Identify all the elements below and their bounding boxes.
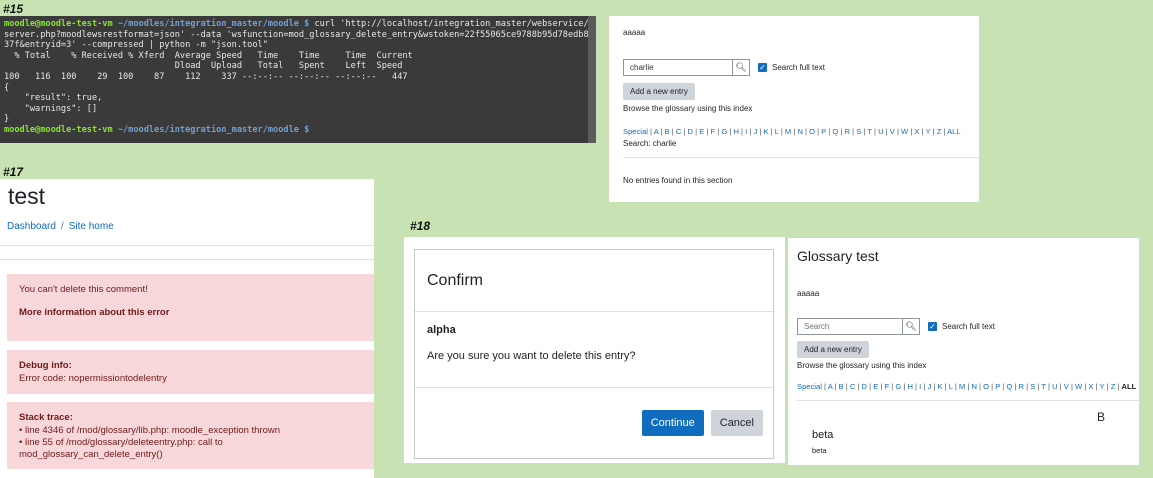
terminal-window[interactable]: moodle@moodle-test-vm ~/moodles/integrat… — [0, 16, 596, 143]
label-18: #18 — [410, 219, 431, 233]
line-text: % Total % Received % Xferd Average Speed… — [4, 50, 413, 61]
index-letter-special[interactable]: Special — [623, 127, 648, 136]
breadcrumb-separator: / — [60, 221, 64, 232]
terminal-line: 100 116 100 29 100 87 112 337 --:--:-- -… — [4, 72, 592, 83]
index-letter-all[interactable]: ALL — [947, 127, 961, 136]
search-input[interactable]: charlie — [623, 59, 733, 76]
empty-message: No entries found in this section — [623, 176, 733, 185]
divider — [623, 157, 979, 158]
line-text: "result": true, — [4, 93, 103, 104]
error-message: You can't delete this comment! — [19, 284, 148, 295]
terminal-line: moodle@moodle-test-vm ~/moodles/integrat… — [4, 19, 596, 30]
search-input[interactable]: Search — [797, 318, 903, 335]
entry-title: beta — [812, 429, 834, 441]
cancel-button[interactable]: Cancel — [710, 410, 763, 436]
search-bar: Search 🔍︎ ✓ Search full text — [797, 318, 995, 335]
confirm-question: Are you sure you want to delete this ent… — [427, 350, 636, 362]
terminal-line: % Total % Received % Xferd Average Speed… — [4, 51, 592, 62]
debug-text: Error code: nopermissiontodelentry — [19, 373, 167, 384]
line-text: "warnings": [] — [4, 103, 98, 114]
fulltext-label: Search full text — [772, 63, 825, 72]
alphabet-index: Special | A | B | C | D | E | F | G | H … — [623, 127, 961, 136]
debug-title: Debug info: — [19, 360, 72, 371]
prompt-user: moodle@moodle-test-vm — [4, 19, 113, 29]
add-entry-button[interactable]: Add a new entry — [797, 341, 869, 358]
terminal-line: "warnings": [] — [4, 104, 592, 115]
alphabet-index: Special | A | B | C | D | E | F | G | H … — [797, 382, 1136, 391]
glossary-panel: Glossary test aaaaa Search 🔍︎ ✓ Search f… — [788, 238, 1139, 465]
terminal-line: Dload Upload Total Spent Left Speed — [4, 61, 592, 72]
terminal-line: 37f&entryid=3' --compressed | python -m … — [4, 40, 592, 51]
fulltext-checkbox[interactable]: ✓ — [758, 63, 767, 72]
divider — [0, 259, 374, 260]
line-text: { — [4, 82, 10, 93]
fulltext-checkbox[interactable]: ✓ — [928, 322, 937, 331]
error-page: test Dashboard / Site home You can't delet… — [0, 179, 374, 478]
line-text: server.php?moodlewsrestformat=json' --da… — [4, 29, 596, 40]
prompt-path: ~/moodles/integration_master/moodle $ — [112, 124, 310, 135]
confirm-panel: Confirm alpha Are you sure you want to d… — [404, 237, 785, 463]
prompt-path: ~/moodles/integration_master/moodle $ — [112, 19, 310, 29]
page-title: test — [8, 183, 46, 209]
line-text: curl 'http://localhost/integration_maste… — [309, 19, 596, 29]
search-bar: charlie 🔍︎ ✓ Search full text — [623, 59, 825, 76]
add-entry-button[interactable]: Add a new entry — [623, 83, 695, 100]
terminal-line: } — [4, 114, 592, 125]
error-message-box: You can't delete this comment! More info… — [7, 274, 374, 341]
stack-list: • line 4346 of /mod/glossary/lib.php: mo… — [19, 425, 362, 461]
index-letter-special[interactable]: Special — [797, 382, 822, 391]
breadcrumb-site-home[interactable]: Site home — [69, 221, 114, 232]
line-text: 100 116 100 29 100 87 112 337 --:--:-- -… — [4, 71, 408, 82]
search-icon[interactable]: 🔍︎ — [903, 318, 920, 335]
glossary-intro: aaaaa — [797, 289, 820, 298]
terminal-output: moodle@moodle-test-vm ~/moodles/integrat… — [4, 19, 596, 136]
entry-name: alpha — [427, 324, 456, 336]
more-info-link[interactable]: More information about this error — [19, 307, 362, 318]
terminal-line: moodle@moodle-test-vm ~/moodles/integrat… — [4, 125, 592, 136]
line-text: } — [4, 114, 10, 125]
line-text: 37f&entryid=3' --compressed | python -m … — [4, 40, 268, 51]
terminal-line: { — [4, 83, 592, 94]
divider — [797, 400, 1139, 401]
browse-label: Browse the glossary using this index — [797, 361, 927, 370]
stack-line: • line 55 of /mod/glossary/deleteentry.p… — [19, 437, 223, 460]
breadcrumb: Dashboard / Site home — [7, 221, 114, 232]
terminal-scrollbar[interactable] — [588, 16, 596, 143]
label-15: #15 — [3, 2, 24, 16]
label-17: #17 — [3, 165, 24, 179]
fulltext-label: Search full text — [942, 322, 995, 331]
entry-text: beta — [812, 446, 827, 455]
search-icon[interactable]: 🔍︎ — [733, 59, 750, 76]
line-text: Dload Upload Total Spent Left Speed — [4, 61, 403, 72]
stack-line: • line 4346 of /mod/glossary/lib.php: mo… — [19, 425, 281, 436]
confirm-dialog: Confirm alpha Are you sure you want to d… — [414, 249, 774, 459]
terminal-line: "result": true, — [4, 93, 592, 104]
continue-button[interactable]: Continue — [641, 410, 704, 436]
glossary-search-panel: aaaaa charlie 🔍︎ ✓ Search full text Add … — [609, 16, 979, 202]
debug-info-box: Debug info: Error code: nopermissiontode… — [7, 350, 374, 394]
browse-label: Browse the glossary using this index — [623, 104, 753, 113]
glossary-title: Glossary test — [797, 248, 879, 264]
prompt-user: moodle@moodle-test-vm — [4, 124, 113, 135]
divider — [0, 245, 374, 246]
index-letter-all[interactable]: ALL — [1122, 382, 1137, 391]
search-status: Search: charlie — [623, 139, 677, 148]
letter-heading: B — [1097, 410, 1106, 424]
breadcrumb-dashboard[interactable]: Dashboard — [7, 221, 56, 232]
stack-trace-box: Stack trace: • line 4346 of /mod/glossar… — [7, 402, 374, 469]
terminal-line: server.php?moodlewsrestformat=json' --da… — [4, 30, 596, 41]
stack-title: Stack trace: — [19, 412, 73, 423]
glossary-intro: aaaaa — [623, 28, 646, 37]
dialog-title: Confirm — [415, 250, 773, 312]
